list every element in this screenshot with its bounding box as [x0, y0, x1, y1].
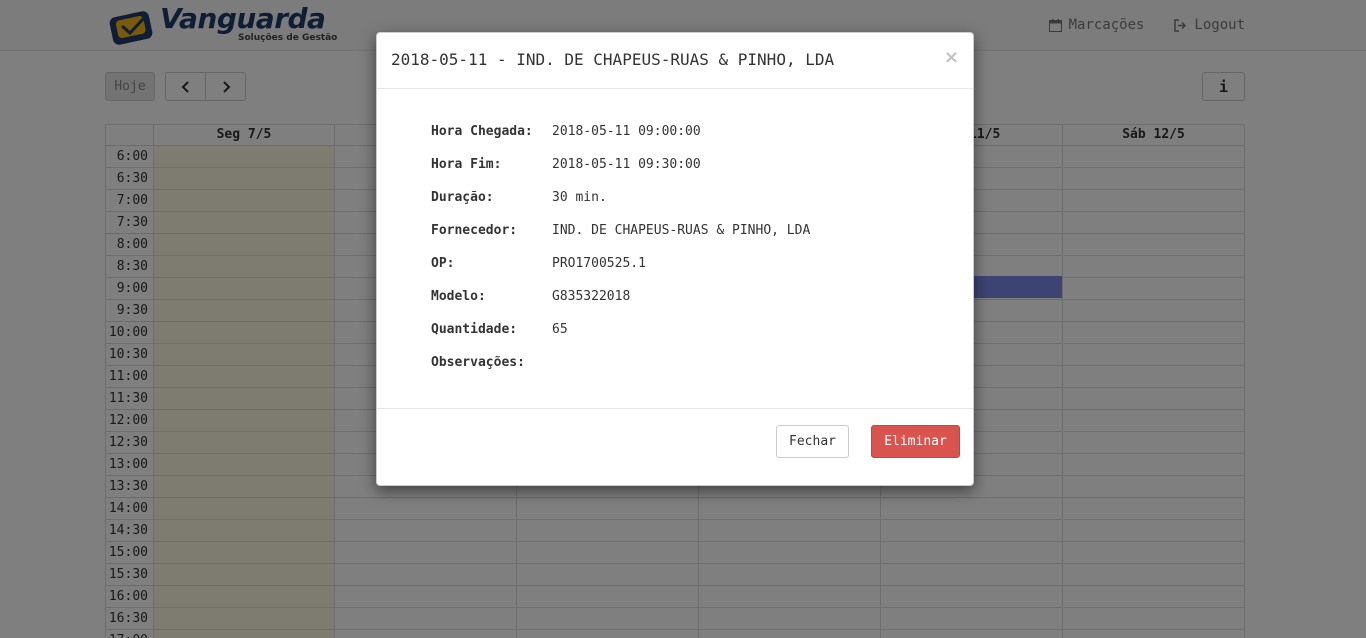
field-value: IND. DE CHAPEUS-RUAS & PINHO, LDA [552, 223, 811, 238]
field-hora-chegada: Hora Chegada: 2018-05-11 09:00:00 [431, 124, 701, 139]
eliminar-button[interactable]: Eliminar [871, 425, 960, 458]
field-fornecedor: Fornecedor: IND. DE CHAPEUS-RUAS & PINHO… [431, 223, 810, 238]
field-label: Modelo: [431, 289, 486, 304]
modal-header: 2018-05-11 - IND. DE CHAPEUS-RUAS & PINH… [377, 33, 973, 89]
modal-footer: Fechar Eliminar [377, 408, 973, 485]
field-label: Duração: [431, 190, 494, 205]
field-label: Observações: [431, 355, 525, 370]
field-value: G835322018 [552, 289, 631, 304]
field-label: Hora Chegada: [431, 124, 533, 139]
modal-body: Hora Chegada: 2018-05-11 09:00:00 Hora F… [377, 89, 973, 408]
field-hora-fim: Hora Fim: 2018-05-11 09:30:00 [431, 157, 701, 172]
field-value: PRO1700525.1 [552, 256, 646, 271]
field-modelo: Modelo: G835322018 [431, 289, 630, 304]
field-observacoes: Observações: [431, 355, 552, 370]
fechar-button[interactable]: Fechar [776, 425, 849, 458]
field-value: 2018-05-11 09:00:00 [552, 124, 701, 139]
field-op: OP: PRO1700525.1 [431, 256, 646, 271]
field-label: Hora Fim: [431, 157, 502, 172]
modal-title: 2018-05-11 - IND. DE CHAPEUS-RUAS & PINH… [391, 50, 835, 69]
field-value: 65 [552, 322, 568, 337]
field-value: 2018-05-11 09:30:00 [552, 157, 701, 172]
field-value: 30 min. [552, 190, 607, 205]
appointment-modal: 2018-05-11 - IND. DE CHAPEUS-RUAS & PINH… [376, 32, 974, 486]
field-label: Quantidade: [431, 322, 518, 337]
field-label: OP: [431, 256, 455, 271]
close-icon[interactable]: × [944, 47, 959, 68]
field-label: Fornecedor: [431, 223, 518, 238]
field-quantidade: Quantidade: 65 [431, 322, 568, 337]
field-duracao: Duração: 30 min. [431, 190, 607, 205]
